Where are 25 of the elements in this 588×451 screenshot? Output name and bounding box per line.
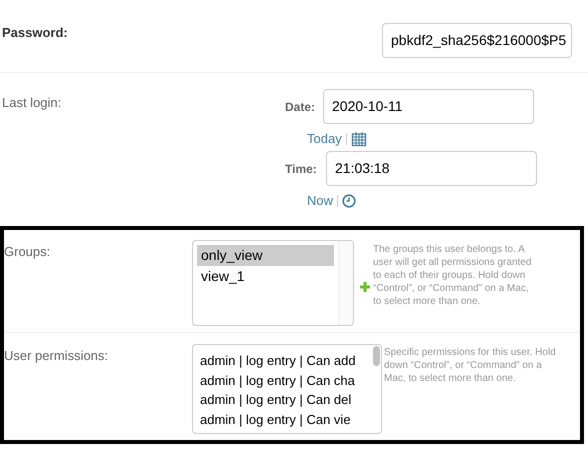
- date-field[interactable]: 2020-10-11: [323, 89, 534, 124]
- password-field[interactable]: pbkdf2_sha256$216000$P5: [382, 23, 572, 58]
- field-label: Time:: [285, 160, 318, 178]
- list-option[interactable]: admin | log entry | Can vie: [196, 410, 371, 429]
- today-link[interactable]: Today: [307, 129, 342, 149]
- permissions-list[interactable]: admin | log entry | Can add admin | log entry | Can cha admin | log entry | Can del admin | log entry | Can vie: [192, 344, 382, 434]
- list-option[interactable]: admin | log entry | Can del: [196, 390, 371, 410]
- field-label: Date:: [285, 98, 315, 116]
- now-link[interactable]: Now: [307, 191, 334, 211]
- field-label: Groups:: [4, 243, 52, 261]
- clock-icon[interactable]: [342, 194, 356, 208]
- field-label: Last login:: [2, 94, 62, 112]
- list-option[interactable]: admin | log entry | Can add: [196, 351, 371, 370]
- scrollbar-thumb[interactable]: [372, 346, 380, 366]
- help-text: Specific permissions for this user. Hold down “Control”, or “Command” on a Mac, to select more than one.: [384, 346, 557, 386]
- list-option[interactable]: admin | log entry | Can cha: [196, 370, 371, 390]
- field-label: User permissions:: [4, 347, 110, 365]
- list-option[interactable]: view_1: [197, 266, 334, 287]
- add-icon[interactable]: [360, 282, 370, 292]
- calendar-icon[interactable]: [350, 131, 367, 147]
- list-option[interactable]: only_view: [197, 245, 334, 266]
- help-text: The groups this user belongs to. A user will get all permissions granted to each of their groups. Hold down “Control”, or “Command” on a Mac, to select more than one.: [373, 243, 532, 309]
- time-field[interactable]: 21:03:18: [326, 151, 537, 186]
- groups-list[interactable]: only_view view_1: [192, 240, 354, 326]
- field-label: Password:: [2, 24, 68, 42]
